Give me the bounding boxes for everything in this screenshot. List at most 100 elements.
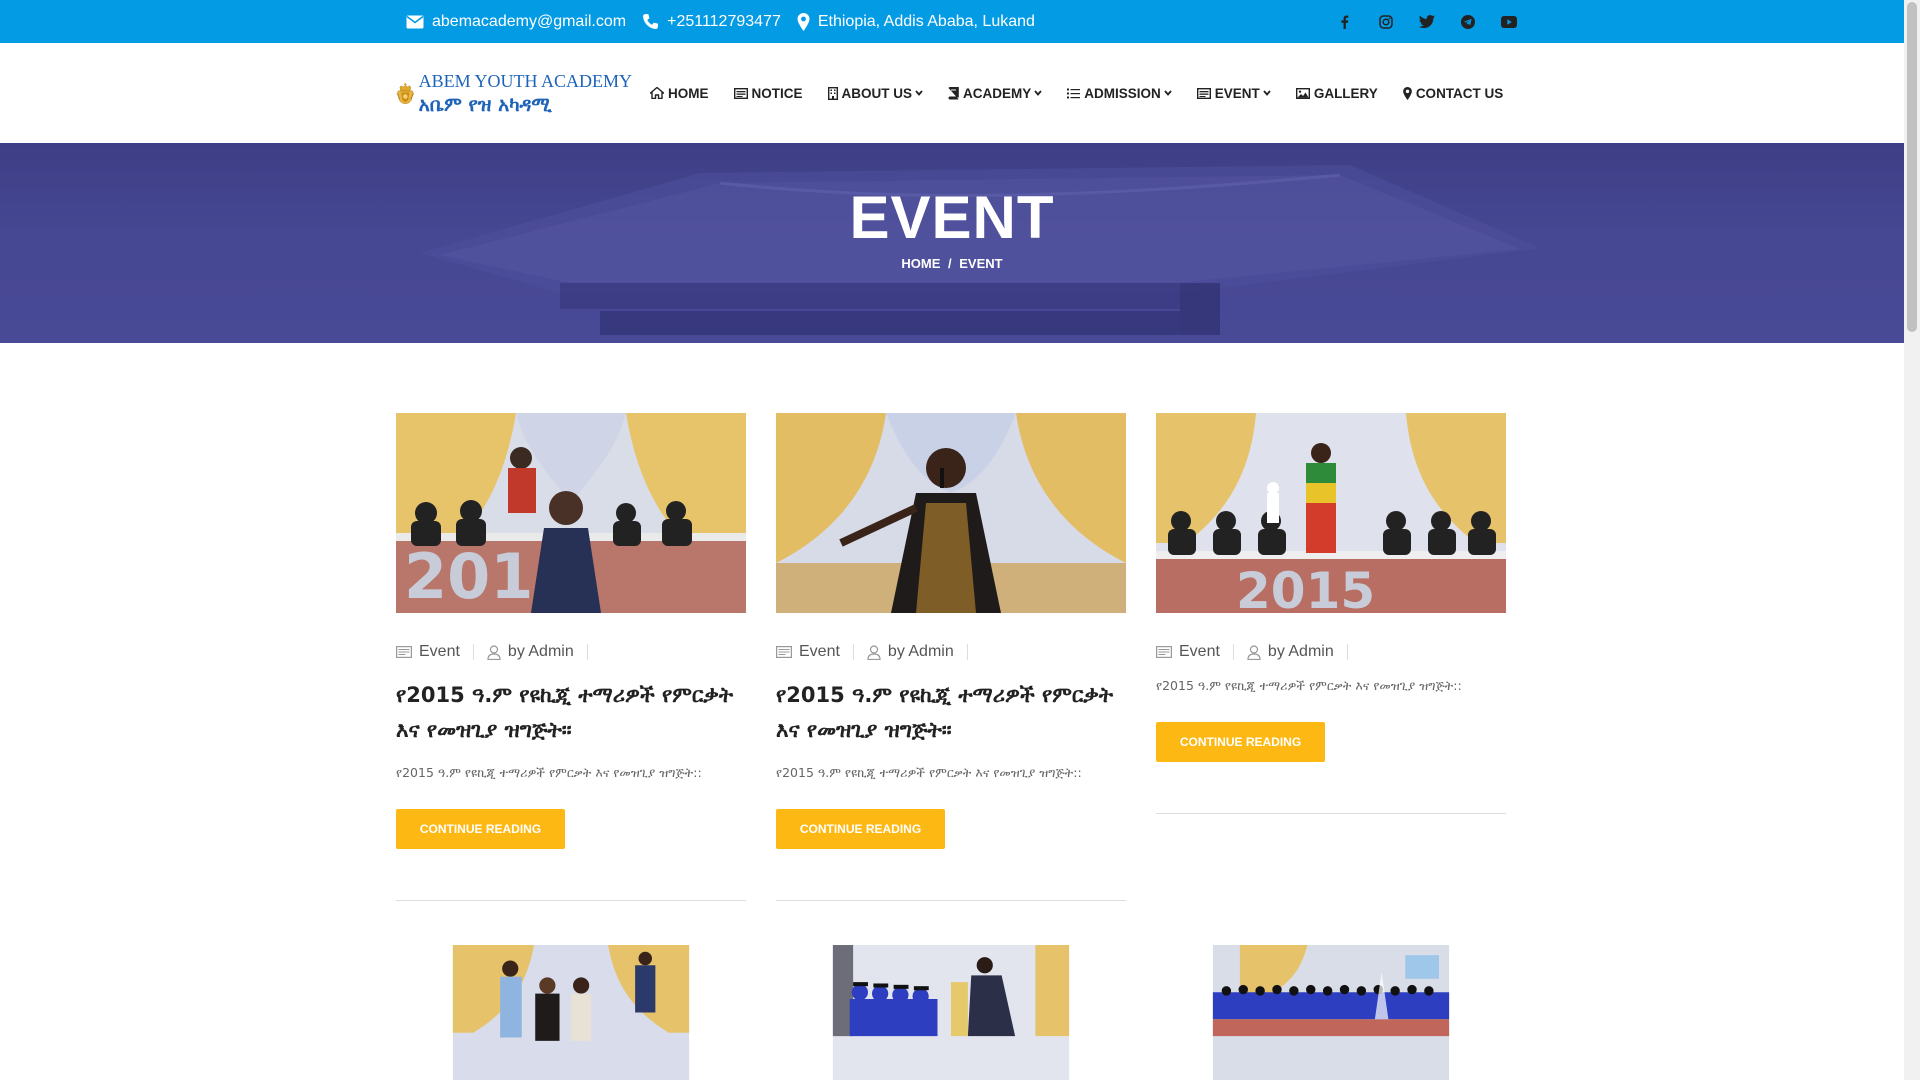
category-icon bbox=[1156, 646, 1172, 658]
site-logo[interactable]: ABEM YOUTH ACADEMY አቤም የዝ አካዳሚ bbox=[396, 63, 632, 123]
breadcrumb-separator: / bbox=[948, 256, 952, 271]
logo-name-amharic: አቤም የዝ አካዳሚ bbox=[418, 93, 552, 116]
continue-reading-button[interactable]: CONTINUE READING bbox=[1156, 722, 1325, 762]
telegram-icon[interactable] bbox=[1447, 14, 1488, 29]
book-icon bbox=[948, 86, 959, 99]
chevron-down-icon bbox=[915, 90, 923, 96]
post-meta: Event by Admin bbox=[1156, 643, 1506, 661]
contact-info: abemacademy@gmail.com +251112793477 Ethi… bbox=[406, 0, 1051, 43]
post-card: 201 Event by Admin የ2015 ዓ.ም የዩኪጂ ተማሪዎች … bbox=[396, 413, 746, 901]
post-thumbnail[interactable] bbox=[1156, 945, 1506, 1080]
map-marker-icon bbox=[1402, 86, 1412, 100]
nav-item-event[interactable]: EVENT bbox=[1196, 85, 1271, 101]
post-meta: Event by Admin bbox=[396, 643, 746, 661]
user-icon bbox=[1247, 644, 1261, 660]
breadcrumb: HOME / EVENT bbox=[0, 256, 1904, 271]
post-excerpt: የ2015 ዓ.ም የዩኪጂ ተማሪዎች የምርቃት እና የመዝጊያ ዝግጅት… bbox=[776, 765, 1082, 780]
post-thumbnail[interactable] bbox=[776, 945, 1126, 1080]
meta-divider bbox=[472, 644, 474, 660]
page-title: EVENT bbox=[849, 184, 1055, 251]
nav-item-admission[interactable]: ADMISSION bbox=[1067, 86, 1172, 101]
home-icon bbox=[650, 87, 664, 99]
scrollbar-thumb[interactable] bbox=[1907, 2, 1917, 332]
post-category-label: Event bbox=[799, 643, 840, 660]
twitter-icon[interactable] bbox=[1406, 15, 1447, 28]
post-meta: Event by Admin bbox=[776, 643, 1126, 661]
post-category[interactable]: Event bbox=[776, 643, 840, 661]
map-marker-icon bbox=[797, 12, 810, 31]
post-category[interactable]: Event bbox=[396, 643, 460, 661]
nav-item-contact-us[interactable]: CONTACT US bbox=[1402, 85, 1504, 101]
post-card: 2015 Event by Admin የ2015 ዓ.ም የዩኪጂ ተማሪዎች… bbox=[1156, 413, 1506, 814]
post-author-label: by Admin bbox=[1267, 643, 1334, 660]
meta-divider bbox=[852, 644, 854, 660]
user-icon bbox=[487, 644, 501, 660]
post-thumbnail[interactable] bbox=[776, 413, 1126, 613]
image-icon bbox=[1295, 87, 1310, 99]
youtube-icon[interactable] bbox=[1488, 15, 1529, 28]
nav-item-academy[interactable]: ACADEMY bbox=[948, 86, 1042, 101]
nav-label-about-us: ABOUT US bbox=[841, 85, 913, 101]
email-link[interactable]: abemacademy@gmail.com bbox=[406, 13, 626, 31]
post-excerpt: የ2015 ዓ.ም የዩኪጂ ተማሪዎች የምርቃት እና የመዝጊያ ዝግጅት… bbox=[1156, 678, 1462, 693]
continue-reading-button[interactable]: CONTINUE READING bbox=[776, 809, 945, 849]
facebook-icon[interactable] bbox=[1324, 14, 1365, 29]
instagram-icon[interactable] bbox=[1365, 14, 1406, 29]
nav-item-home[interactable]: HOME bbox=[650, 86, 709, 101]
nav-label-contact-us: CONTACT US bbox=[1415, 85, 1504, 101]
phone-text: +251112793477 bbox=[667, 12, 781, 30]
card-divider bbox=[776, 900, 1126, 901]
post-title[interactable]: የ2015 ዓ.ም የዩኪጂ ተማሪዎች የምርቃት እና የመዝጊያ ዝግጅት… bbox=[396, 678, 746, 748]
chevron-down-icon bbox=[1034, 90, 1042, 96]
nav-item-notice[interactable]: NOTICE bbox=[733, 85, 803, 101]
post-card bbox=[1156, 945, 1506, 1080]
nav-item-gallery[interactable]: GALLERY bbox=[1295, 85, 1378, 101]
post-thumbnail[interactable] bbox=[396, 945, 746, 1080]
post-title[interactable]: የ2015 ዓ.ም የዩኪጂ ተማሪዎች የምርቃት እና የመዝጊያ ዝግጅት… bbox=[776, 678, 1126, 748]
post-author[interactable]: by Admin bbox=[487, 643, 574, 661]
nav-label-admission: ADMISSION bbox=[1084, 85, 1161, 101]
breadcrumb-home[interactable]: HOME bbox=[901, 256, 940, 271]
nav-label-event: EVENT bbox=[1214, 85, 1260, 101]
post-category-label: Event bbox=[1179, 643, 1220, 660]
post-card bbox=[396, 945, 746, 1080]
nav-label-notice: NOTICE bbox=[751, 85, 803, 101]
breadcrumb-current: EVENT bbox=[959, 256, 1003, 271]
phone-link[interactable]: +251112793477 bbox=[642, 13, 781, 31]
post-thumbnail[interactable]: 201 bbox=[396, 413, 746, 613]
user-icon bbox=[867, 644, 881, 660]
post-author[interactable]: by Admin bbox=[867, 643, 954, 661]
meta-divider bbox=[586, 644, 588, 660]
svg-text:201: 201 bbox=[404, 540, 533, 613]
academy-emblem-icon bbox=[396, 82, 415, 105]
nav-label-academy: ACADEMY bbox=[963, 85, 1032, 101]
post-author[interactable]: by Admin bbox=[1247, 643, 1334, 661]
meta-divider bbox=[1232, 644, 1234, 660]
post-thumbnail[interactable]: 2015 bbox=[1156, 413, 1506, 620]
nav-label-home: HOME bbox=[668, 85, 709, 101]
logo-text: ABEM YOUTH ACADEMY አቤም የዝ አካዳሚ bbox=[419, 71, 632, 116]
phone-icon bbox=[643, 14, 659, 29]
page-scrollbar[interactable] bbox=[1904, 0, 1920, 1080]
envelope-icon bbox=[406, 15, 424, 28]
top-bar: abemacademy@gmail.com +251112793477 Ethi… bbox=[0, 0, 1904, 43]
category-icon bbox=[776, 646, 792, 658]
post-card: Event by Admin የ2015 ዓ.ም የዩኪጂ ተማሪዎች የምርቃ… bbox=[776, 413, 1126, 901]
post-card bbox=[776, 945, 1126, 1080]
chevron-down-icon bbox=[1164, 90, 1172, 96]
notice-icon bbox=[733, 87, 748, 99]
building-icon bbox=[827, 86, 838, 100]
card-divider bbox=[396, 900, 746, 901]
list-icon bbox=[1067, 88, 1081, 98]
nav-item-about-us[interactable]: ABOUT US bbox=[827, 85, 924, 101]
nav-label-gallery: GALLERY bbox=[1313, 85, 1378, 101]
social-links bbox=[1324, 0, 1529, 43]
continue-reading-button[interactable]: CONTINUE READING bbox=[396, 809, 565, 849]
meta-divider bbox=[966, 644, 968, 660]
site-header: ABEM YOUTH ACADEMY አቤም የዝ አካዳሚ HOME NOTI… bbox=[0, 43, 1904, 143]
page-banner: EVENT HOME / EVENT bbox=[0, 143, 1904, 343]
meta-divider bbox=[1346, 644, 1348, 660]
post-category[interactable]: Event bbox=[1156, 643, 1220, 661]
post-category-label: Event bbox=[419, 643, 460, 660]
category-icon bbox=[396, 646, 412, 658]
